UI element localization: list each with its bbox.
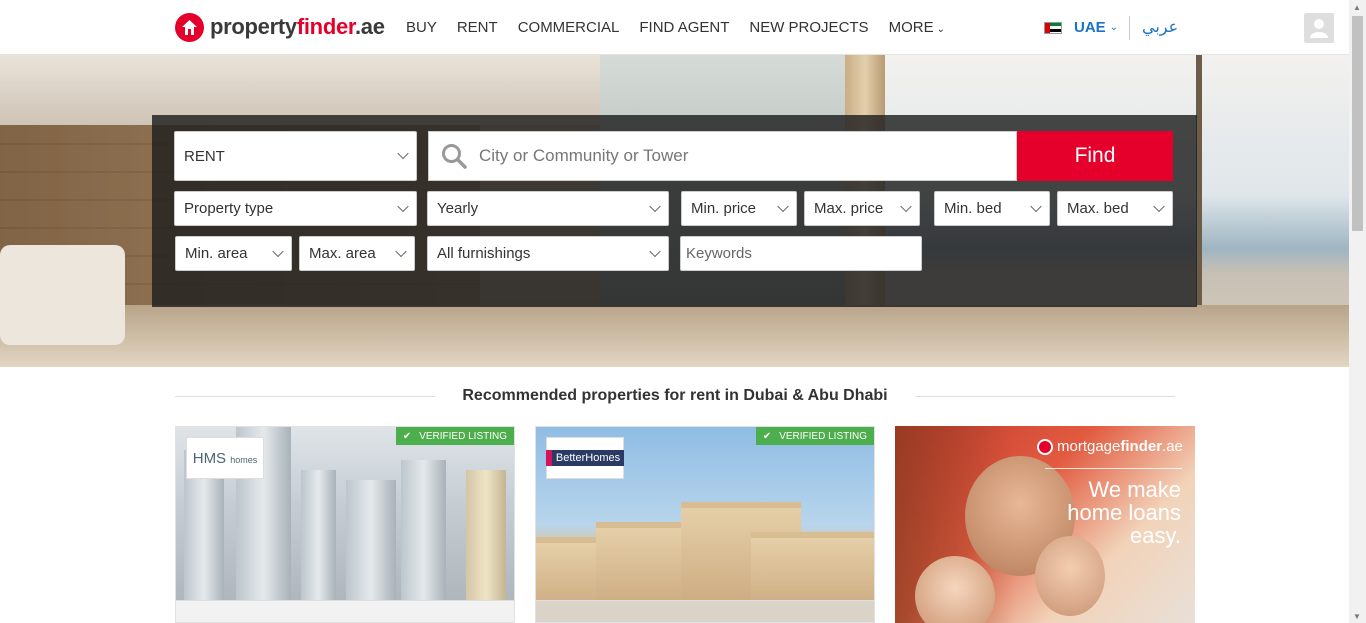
chevron-down-icon bbox=[651, 204, 660, 213]
chevron-down-icon: ⌄ bbox=[1109, 22, 1119, 33]
uae-flag-icon bbox=[1044, 21, 1062, 34]
user-account-button[interactable] bbox=[1304, 13, 1334, 43]
nav-commercial[interactable]: COMMERCIAL bbox=[518, 19, 620, 36]
min-area-select[interactable]: Min. area bbox=[175, 236, 292, 271]
agent-logo: BetterHomes bbox=[545, 437, 625, 479]
min-price-value: Min. price bbox=[691, 200, 757, 217]
agent-suffix: homes bbox=[230, 454, 258, 465]
chevron-down-icon bbox=[274, 249, 283, 258]
category-select[interactable]: RENT bbox=[174, 131, 417, 181]
find-button[interactable]: Find bbox=[1017, 131, 1173, 181]
max-area-value: Max. area bbox=[309, 245, 376, 262]
nav-buy[interactable]: BUY bbox=[406, 19, 437, 36]
mortgagefinder-logo: mortgage finder .ae bbox=[1037, 438, 1183, 455]
furnishings-value: All furnishings bbox=[437, 245, 531, 262]
main-nav: BUY RENT COMMERCIAL FIND AGENT NEW PROJE… bbox=[406, 0, 965, 55]
chevron-down-icon bbox=[779, 204, 788, 213]
max-bed-value: Max. bed bbox=[1067, 200, 1129, 217]
property-card[interactable]: HMS homes ✔ VERIFIED LISTING bbox=[175, 426, 515, 623]
verified-badge: ✔ VERIFIED LISTING bbox=[755, 427, 874, 445]
page-scrollbar[interactable]: ▲ ▼ bbox=[1349, 0, 1366, 623]
property-type-value: Property type bbox=[184, 200, 274, 217]
house-pin-icon bbox=[1037, 438, 1053, 455]
nav-find-agent[interactable]: FIND AGENT bbox=[639, 19, 729, 36]
max-price-value: Max. price bbox=[814, 200, 884, 217]
ad-slogan: We make home loans easy. bbox=[1067, 477, 1181, 548]
recommended-header: Recommended properties for rent in Dubai… bbox=[175, 385, 1175, 407]
property-type-select[interactable]: Property type bbox=[174, 191, 417, 226]
verified-badge: ✔ VERIFIED LISTING bbox=[395, 427, 514, 445]
property-card[interactable]: BetterHomes ✔ VERIFIED LISTING bbox=[535, 426, 875, 623]
agent-name: BetterHomes bbox=[545, 450, 625, 466]
category-value: RENT bbox=[184, 147, 225, 165]
chevron-down-icon bbox=[902, 204, 911, 213]
min-area-value: Min. area bbox=[185, 245, 248, 262]
scrollbar-thumb[interactable] bbox=[1352, 16, 1363, 231]
agent-name: HMS bbox=[192, 449, 227, 467]
max-area-select[interactable]: Max. area bbox=[299, 236, 415, 271]
chevron-down-icon: ⌄ bbox=[936, 24, 945, 35]
chevron-down-icon bbox=[397, 249, 406, 258]
max-price-select[interactable]: Max. price bbox=[804, 191, 920, 226]
min-bed-value: Min. bed bbox=[944, 200, 1002, 217]
max-bed-select[interactable]: Max. bed bbox=[1057, 191, 1173, 226]
site-logo[interactable]: propertyfinder.ae bbox=[175, 12, 385, 42]
country-label: UAE bbox=[1074, 19, 1106, 36]
furnishings-select[interactable]: All furnishings bbox=[427, 236, 669, 271]
chevron-down-icon bbox=[399, 152, 408, 161]
nav-more[interactable]: MORE ⌄ bbox=[889, 19, 945, 36]
nav-more-label: MORE bbox=[888, 19, 934, 36]
check-icon: ✔ bbox=[402, 430, 412, 442]
language-divider bbox=[1129, 16, 1130, 40]
rent-frequency-value: Yearly bbox=[437, 200, 479, 217]
chevron-down-icon bbox=[1032, 204, 1041, 213]
nav-new-projects[interactable]: NEW PROJECTS bbox=[749, 19, 868, 36]
chevron-down-icon bbox=[651, 249, 660, 258]
rent-frequency-select[interactable]: Yearly bbox=[427, 191, 669, 226]
logo-house-icon bbox=[175, 12, 204, 42]
scroll-down-arrow-icon[interactable]: ▼ bbox=[1353, 612, 1361, 621]
verified-label: VERIFIED LISTING bbox=[779, 430, 867, 442]
min-price-select[interactable]: Min. price bbox=[681, 191, 797, 226]
scroll-up-arrow-icon[interactable]: ▲ bbox=[1353, 3, 1361, 12]
min-bed-select[interactable]: Min. bed bbox=[934, 191, 1050, 226]
user-icon bbox=[1310, 19, 1328, 38]
divider bbox=[1045, 468, 1182, 469]
mortgage-ad-banner[interactable]: mortgage finder .ae We make home loans eas… bbox=[895, 426, 1195, 623]
location-search bbox=[428, 131, 1017, 181]
nav-rent[interactable]: RENT bbox=[457, 19, 498, 36]
country-selector[interactable]: UAE ⌄ bbox=[1044, 19, 1118, 36]
keywords-field bbox=[680, 236, 922, 271]
agent-logo: HMS homes bbox=[186, 437, 264, 479]
recommended-title: Recommended properties for rent in Dubai… bbox=[462, 387, 888, 404]
chevron-down-icon bbox=[399, 204, 408, 213]
verified-label: VERIFIED LISTING bbox=[419, 430, 507, 442]
logo-text: propertyfinder.ae bbox=[210, 14, 385, 39]
check-icon: ✔ bbox=[762, 430, 772, 442]
top-header: propertyfinder.ae BUY RENT COMMERCIAL FI… bbox=[0, 0, 1349, 55]
language-switch[interactable]: عربي bbox=[1142, 17, 1178, 37]
search-icon bbox=[442, 144, 467, 169]
keywords-input[interactable] bbox=[681, 245, 911, 262]
chevron-down-icon bbox=[1155, 204, 1164, 213]
location-input[interactable] bbox=[479, 146, 979, 166]
